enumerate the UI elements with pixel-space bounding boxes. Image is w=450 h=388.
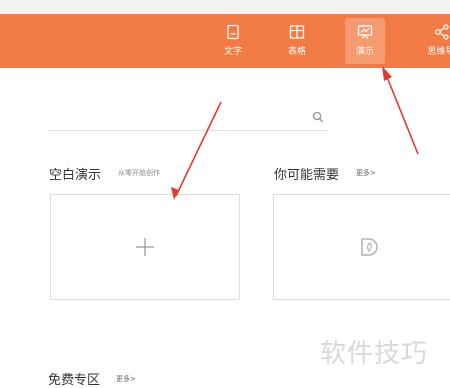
app-toolbar: 文字 表格 演示 思维导: [0, 14, 450, 68]
free-section-title: 免费专区: [48, 373, 101, 388]
toolbar-item-label: 表格: [287, 47, 306, 57]
toolbar-item-label: 文字: [223, 47, 242, 57]
plus-icon: [136, 238, 154, 256]
toolbar-item-presentation[interactable]: 演示: [345, 18, 385, 64]
template-logo-icon: [361, 238, 378, 256]
search-icon[interactable]: [312, 111, 324, 123]
recommend-more-link[interactable]: 更多>: [356, 168, 376, 178]
toolbar-item-label: 演示: [355, 47, 374, 57]
annotation-arrow-blank-card: [175, 101, 222, 197]
document-icon: [227, 24, 239, 40]
blank-section-title: 空白演示: [49, 168, 102, 183]
toolbar-item-mindmap[interactable]: 思维导: [421, 18, 450, 64]
mindmap-icon: [435, 24, 449, 40]
annotation-arrowhead: [382, 66, 392, 81]
watermark-text: 软件技巧: [320, 339, 429, 369]
toolbar-item-label: 思维导: [427, 47, 450, 57]
presentation-icon: [357, 25, 373, 39]
table-icon: [289, 25, 305, 39]
blank-section-subtitle: 从零开始创作: [118, 169, 160, 177]
top-strip: [0, 0, 450, 14]
annotation-arrow-presentation: [384, 71, 419, 155]
free-more-link[interactable]: 更多>: [116, 374, 136, 384]
recommend-section-title: 你可能需要: [274, 168, 340, 183]
toolbar-item-table[interactable]: 表格: [277, 18, 317, 64]
search-input[interactable]: [48, 130, 328, 131]
toolbar-item-text[interactable]: 文字: [213, 18, 253, 64]
